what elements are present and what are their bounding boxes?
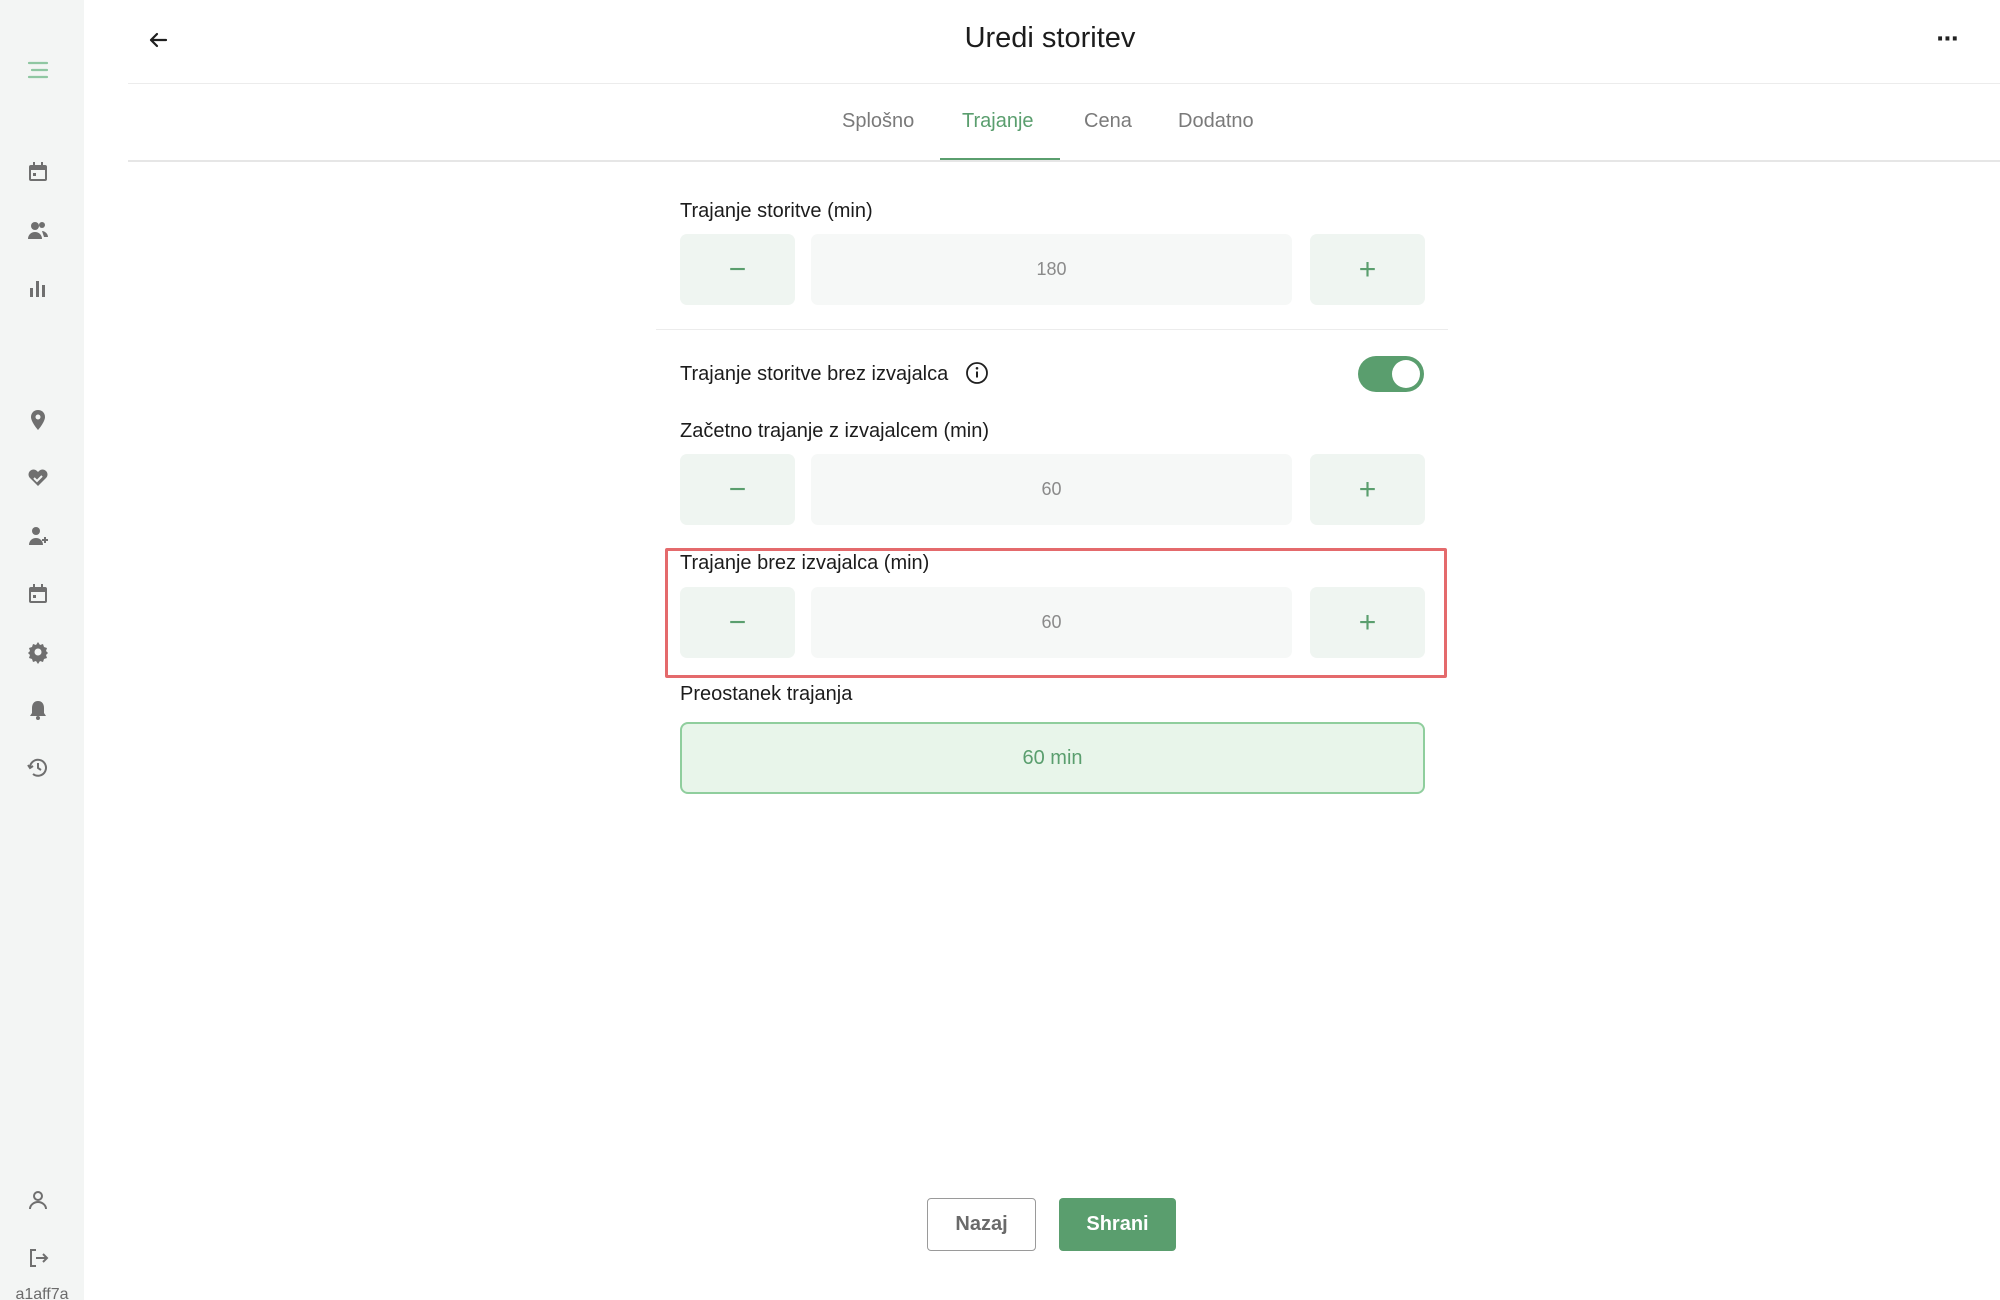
calendar-icon[interactable] <box>24 580 52 608</box>
tab-cena[interactable]: Cena <box>1084 110 1132 133</box>
logout-icon[interactable] <box>24 1244 52 1272</box>
tabs-divider <box>128 160 2000 162</box>
initial-duration-increment-button[interactable]: + <box>1310 454 1425 525</box>
sidebar: a1aff7a <box>0 0 84 1300</box>
service-duration-input[interactable]: 180 <box>811 234 1292 305</box>
menu-icon[interactable] <box>24 56 52 84</box>
user-add-icon[interactable] <box>24 522 52 550</box>
back-arrow-icon[interactable] <box>144 26 172 54</box>
save-button[interactable]: Shrani <box>1059 1198 1176 1251</box>
initial-duration-input[interactable]: 60 <box>811 454 1292 525</box>
bell-icon[interactable] <box>24 696 52 724</box>
back-button[interactable]: Nazaj <box>927 1198 1036 1251</box>
duration-without-provider-decrement-button[interactable]: − <box>680 587 795 658</box>
without-provider-toggle-label: Trajanje storitve brez izvajalca <box>680 363 949 385</box>
duration-without-provider-increment-button[interactable]: + <box>1310 587 1425 658</box>
info-icon[interactable] <box>965 361 989 385</box>
toggle-knob <box>1392 360 1420 388</box>
service-duration-label: Trajanje storitve (min) <box>680 200 873 222</box>
location-pin-icon[interactable] <box>24 406 52 434</box>
calendar-icon[interactable] <box>24 158 52 186</box>
service-duration-decrement-button[interactable]: − <box>680 234 795 305</box>
gear-icon[interactable] <box>24 638 52 666</box>
tab-splosno[interactable]: Splošno <box>842 110 914 133</box>
version-label: a1aff7a <box>15 1286 69 1300</box>
remaining-duration-value: 60 min <box>680 722 1425 794</box>
without-provider-toggle[interactable] <box>1358 356 1424 392</box>
initial-duration-decrement-button[interactable]: − <box>680 454 795 525</box>
duration-without-provider-label: Trajanje brez izvajalca (min) <box>680 552 930 574</box>
user-icon[interactable] <box>24 1186 52 1214</box>
bar-chart-icon[interactable] <box>24 274 52 302</box>
more-options-icon[interactable]: ⋯ <box>1928 24 1968 54</box>
initial-duration-label: Začetno trajanje z izvajalcem (min) <box>680 420 989 442</box>
history-icon[interactable] <box>24 754 52 782</box>
service-duration-increment-button[interactable]: + <box>1310 234 1425 305</box>
tab-bar: Splošno Trajanje Cena Dodatno <box>0 84 2000 161</box>
heart-hand-icon[interactable] <box>24 464 52 492</box>
tab-trajanje[interactable]: Trajanje <box>962 110 1034 133</box>
duration-without-provider-input[interactable]: 60 <box>811 587 1292 658</box>
users-icon[interactable] <box>24 216 52 244</box>
section-divider <box>656 329 1448 330</box>
page-title: Uredi storitev <box>964 22 1136 54</box>
tab-dodatno[interactable]: Dodatno <box>1178 110 1254 133</box>
remaining-duration-label: Preostanek trajanja <box>680 683 853 705</box>
